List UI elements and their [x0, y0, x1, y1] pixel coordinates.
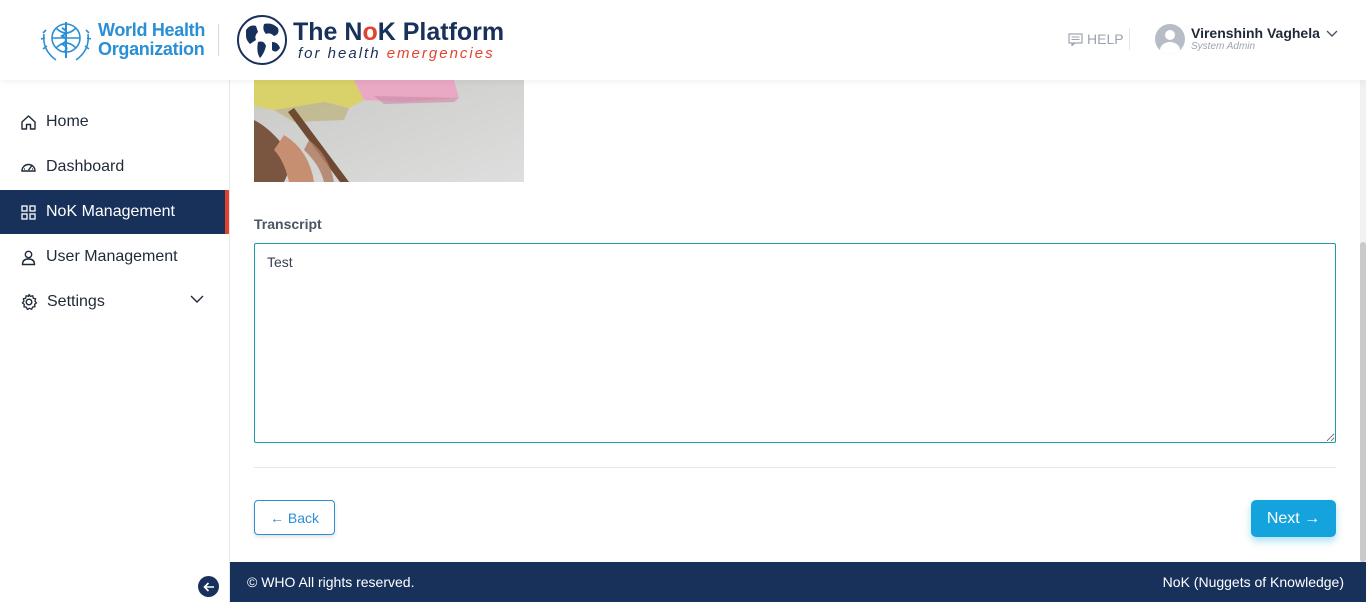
media-preview-image: [254, 80, 524, 182]
nok-platform-logo[interactable]: The NoK Platform for health emergencies: [236, 14, 504, 66]
scrollbar-thumb[interactable]: [1360, 242, 1366, 562]
sidebar-item-nok-management[interactable]: NoK Management: [0, 190, 229, 234]
sidebar-item-label: User Management: [46, 248, 178, 265]
user-menu[interactable]: Virenshinh Vaghela System Admin: [1155, 24, 1338, 54]
globe-icon: [237, 15, 287, 65]
platform-title: The NoK Platform: [293, 18, 505, 46]
gear-icon: [21, 293, 38, 311]
arrow-left-icon: [202, 581, 214, 592]
sidebar-item-user-management[interactable]: User Management: [0, 235, 229, 279]
logo-divider: [218, 24, 219, 56]
who-logo-line1: World Health: [98, 20, 206, 40]
chevron-down-icon[interactable]: [1326, 30, 1338, 38]
sidebar-item-label: NoK Management: [46, 203, 175, 220]
help-link[interactable]: HELP: [1068, 31, 1124, 47]
sidebar-item-label: Settings: [47, 293, 105, 310]
sidebar-item-label: Home: [46, 113, 89, 130]
who-logo-line2: Organization: [98, 39, 205, 59]
avatar: [1155, 24, 1185, 54]
dashboard-icon: [21, 163, 36, 172]
sidebar: Home Dashboard NoK Management User Manag…: [0, 80, 230, 602]
chevron-down-icon[interactable]: [190, 295, 204, 304]
who-logo[interactable]: World Health Organization: [38, 14, 205, 66]
sidebar-item-dashboard[interactable]: Dashboard: [0, 145, 229, 189]
collapse-sidebar-button[interactable]: [198, 576, 219, 597]
sidebar-item-home[interactable]: Home: [0, 100, 229, 144]
top-header: World Health Organization The NoK Platfo…: [0, 0, 1366, 80]
home-icon: [21, 114, 36, 130]
sidebar-item-settings[interactable]: Settings: [0, 280, 229, 324]
help-label: HELP: [1087, 31, 1124, 47]
footer-copyright: © WHO All rights reserved.: [247, 574, 415, 590]
help-chat-icon: [1068, 32, 1083, 46]
section-divider: [254, 467, 1336, 468]
next-button[interactable]: Next →: [1251, 500, 1336, 537]
user-icon: [21, 250, 36, 265]
back-button[interactable]: ← Back: [254, 500, 335, 535]
main-content: Transcript Test ← Back Next →: [230, 80, 1366, 562]
footer: © WHO All rights reserved. NoK (Nuggets …: [230, 562, 1366, 602]
grid-icon: [21, 204, 36, 220]
user-name: Virenshinh Vaghela: [1191, 25, 1320, 41]
who-emblem-icon: [40, 22, 92, 61]
transcript-textarea[interactable]: Test: [254, 243, 1336, 443]
help-divider: [1129, 28, 1130, 50]
page-scrollbar[interactable]: [1360, 80, 1366, 562]
transcript-label: Transcript: [254, 216, 322, 232]
footer-tagline: NoK (Nuggets of Knowledge): [1162, 574, 1344, 590]
platform-subtitle: for health emergencies: [298, 45, 495, 62]
sidebar-item-label: Dashboard: [46, 158, 125, 175]
user-role: System Admin: [1191, 41, 1256, 52]
